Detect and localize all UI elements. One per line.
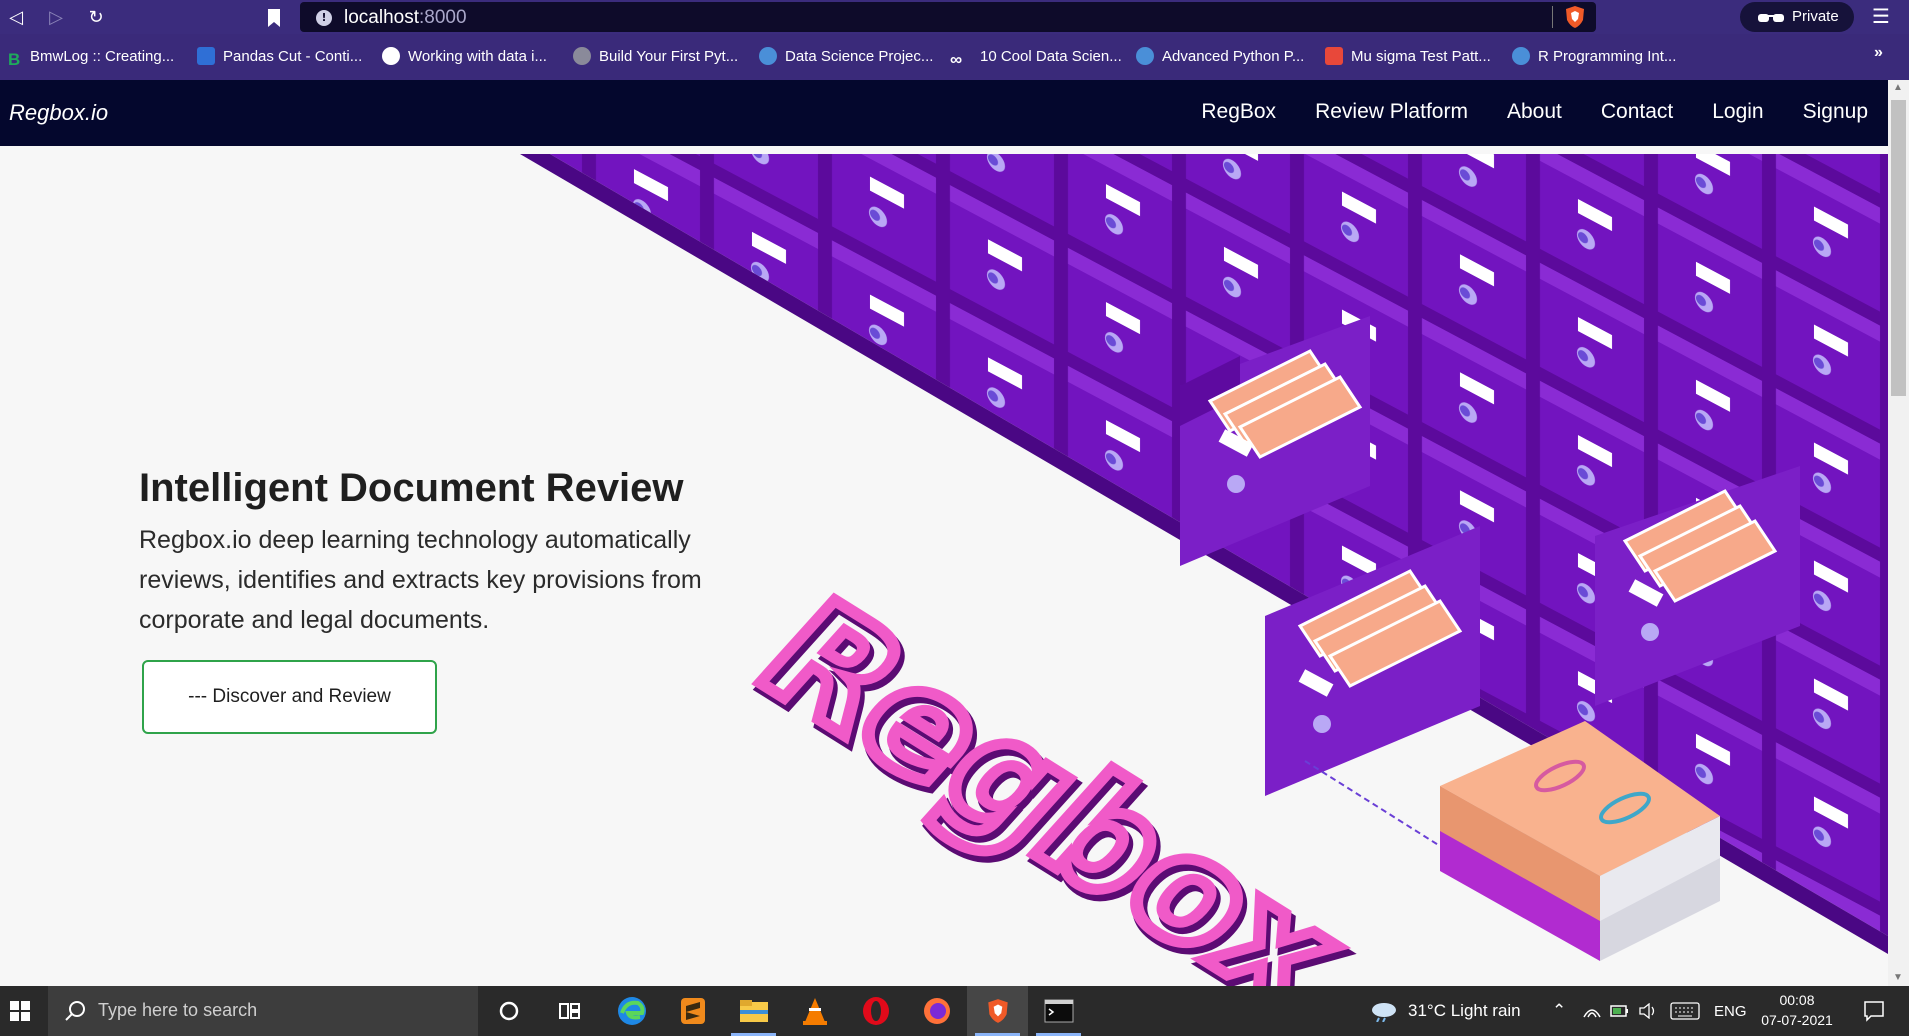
address-bar[interactable]: ! localhost:8000	[300, 2, 1596, 32]
globe-icon	[382, 47, 400, 65]
hero-title: Intelligent Document Review	[139, 466, 684, 510]
bookmarks-bar: B BmwLog :: Creating... Pandas Cut - Cont…	[0, 38, 1909, 78]
firefox-icon[interactable]	[906, 986, 967, 1036]
site-brand[interactable]: Regbox.io	[9, 100, 108, 126]
address-url[interactable]: localhost:8000	[344, 7, 467, 29]
battery-icon[interactable]	[1610, 986, 1630, 1036]
wifi-icon[interactable]	[1582, 986, 1602, 1036]
reload-icon[interactable]: ↻	[84, 5, 108, 29]
b-icon: B	[8, 50, 21, 69]
scroll-down-icon[interactable]: ▼	[1892, 972, 1904, 984]
site-navbar: Regbox.io RegBox Review Platform About C…	[0, 80, 1888, 146]
bookmark-item[interactable]: B BmwLog :: Creating...	[8, 46, 174, 69]
bookmark-item[interactable]: Pandas Cut - Conti...	[197, 46, 362, 68]
bookmark-item[interactable]: Build Your First Pyt...	[573, 46, 738, 68]
nav-review-platform[interactable]: Review Platform	[1315, 100, 1468, 124]
terminal-icon[interactable]	[1028, 986, 1089, 1036]
system-clock[interactable]: 00:08 07-07-2021	[1752, 990, 1842, 1030]
private-glasses-icon	[1758, 14, 1784, 22]
chevron-up-icon[interactable]: ⌃	[1552, 986, 1566, 1036]
bookmark-item[interactable]: R Programming Int...	[1512, 46, 1676, 68]
bookmark-icon[interactable]	[262, 6, 286, 30]
blog-icon	[1136, 47, 1154, 65]
clock-time: 00:08	[1779, 992, 1815, 1008]
volume-icon[interactable]	[1638, 986, 1658, 1036]
hero-description: Regbox.io deep learning technology autom…	[139, 526, 702, 634]
vlc-icon[interactable]	[784, 986, 845, 1036]
grid-icon	[1325, 47, 1343, 65]
bookmark-item[interactable]: Mu sigma Test Patt...	[1325, 46, 1491, 68]
windows-start-icon[interactable]	[0, 986, 48, 1036]
file-explorer-icon[interactable]	[723, 986, 784, 1036]
task-view-icon[interactable]	[539, 986, 600, 1036]
clock-date: 07-07-2021	[1761, 1012, 1833, 1028]
sublime-text-icon[interactable]	[662, 986, 723, 1036]
forward-icon[interactable]: ▷	[44, 5, 68, 29]
blog-icon	[1512, 47, 1530, 65]
more-bookmarks-icon[interactable]: »	[1874, 44, 1883, 62]
search-icon	[65, 1001, 85, 1021]
nav-signup[interactable]: Signup	[1803, 100, 1868, 124]
divider	[1552, 6, 1553, 28]
language-indicator[interactable]: ENG	[1714, 986, 1747, 1036]
nav-login[interactable]: Login	[1712, 100, 1763, 124]
browser-menu-icon[interactable]: ☰	[1870, 6, 1892, 28]
weather-widget[interactable]: 31°C Light rain	[1370, 986, 1521, 1036]
private-label: Private	[1792, 8, 1839, 25]
taskbar-search[interactable]: Type here to search	[48, 986, 478, 1036]
edge-icon[interactable]	[601, 986, 662, 1036]
keyboard-icon[interactable]	[1670, 986, 1700, 1036]
site-info-icon[interactable]: !	[316, 10, 332, 26]
hero-section: Regbox Regbox Intelligent Document Revie…	[0, 146, 1888, 986]
cloud-rain-icon	[1372, 1003, 1396, 1022]
scroll-thumb[interactable]	[1891, 100, 1906, 396]
chart-icon	[197, 47, 215, 65]
bookmark-item[interactable]: Working with data i...	[382, 46, 547, 68]
weather-text: 31°C Light rain	[1408, 1001, 1521, 1020]
bookmark-item[interactable]: Advanced Python P...	[1136, 46, 1304, 68]
nav-regbox[interactable]: RegBox	[1201, 100, 1276, 124]
private-window-badge[interactable]: Private	[1740, 2, 1854, 32]
cortana-icon[interactable]	[478, 986, 539, 1036]
nav-links: RegBox Review Platform About Contact Log…	[1201, 100, 1868, 124]
discover-review-button[interactable]: --- Discover and Review	[142, 660, 437, 734]
brave-shield-icon[interactable]	[1562, 4, 1588, 30]
scroll-up-icon[interactable]: ▲	[1892, 82, 1904, 94]
search-placeholder: Type here to search	[98, 1000, 258, 1020]
nav-about[interactable]: About	[1507, 100, 1562, 124]
page-scrollbar[interactable]: ▲ ▼	[1888, 80, 1909, 986]
back-icon[interactable]: ◁	[4, 5, 28, 29]
bookmark-item[interactable]: ∞ 10 Cool Data Scien...	[950, 46, 1122, 69]
browser-toolbar: ◁ ▷ ↻ ! localhost:8000 Private ☰	[0, 0, 1909, 34]
bookmark-item[interactable]: Data Science Projec...	[759, 46, 933, 68]
brave-taskbar-icon[interactable]	[967, 986, 1028, 1036]
notifications-icon[interactable]	[1862, 999, 1886, 1023]
opera-icon[interactable]	[845, 986, 906, 1036]
windows-taskbar: Type here to search 31°C Light rain ⌃ EN…	[0, 986, 1909, 1036]
hex-icon	[573, 47, 591, 65]
nav-contact[interactable]: Contact	[1601, 100, 1673, 124]
blog-icon	[759, 47, 777, 65]
infinity-icon: ∞	[950, 50, 963, 69]
